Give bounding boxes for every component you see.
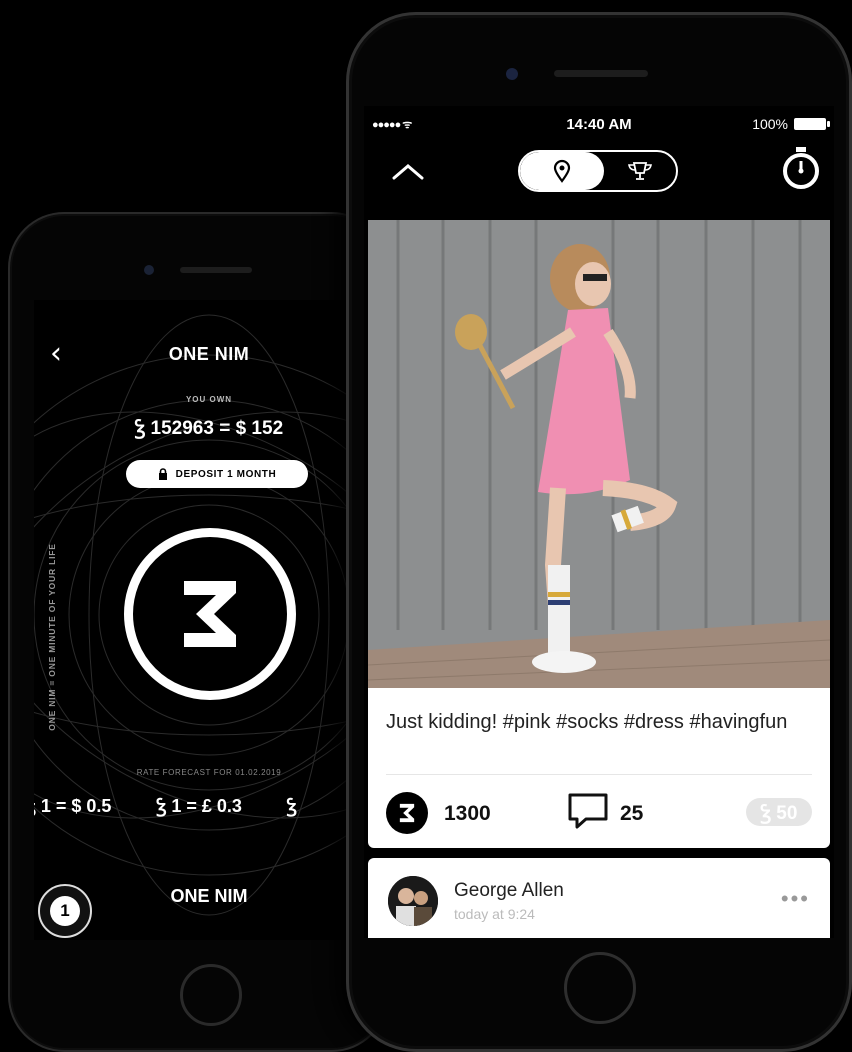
- divider: [386, 774, 812, 775]
- front-camera: [506, 68, 518, 80]
- you-own-label: YOU OWN: [185, 395, 233, 404]
- screen-title: ONE NIM: [168, 344, 250, 364]
- balance-value: Ꝣ 152963 = $ 152: [134, 418, 284, 439]
- comment-icon[interactable]: [566, 791, 610, 831]
- rates-carousel[interactable]: Ꝣ 1 = $ 0.5 Ꝣ 1 = £ 0.3 Ꝣ: [34, 794, 297, 818]
- chevron-up-icon[interactable]: [390, 158, 426, 184]
- nim-coin-icon[interactable]: [386, 792, 428, 834]
- trophy-icon: [628, 162, 652, 180]
- bottom-title: ONE NIM: [170, 886, 248, 906]
- home-button[interactable]: [564, 952, 636, 1024]
- deposit-button[interactable]: DEPOSIT 1 MONTH: [126, 460, 308, 488]
- front-camera: [144, 265, 154, 275]
- earpiece: [554, 70, 648, 77]
- post-photo[interactable]: [368, 220, 830, 688]
- post-card: Just kidding! #pink #socks #dress #havin…: [368, 688, 830, 848]
- tagline-vertical: ONE NIM = ONE MINUTE OF YOUR LIFE: [47, 543, 57, 731]
- feed-mode-toggle[interactable]: [518, 150, 678, 192]
- earpiece: [180, 267, 252, 273]
- location-pin-icon: [553, 159, 571, 183]
- tab-location[interactable]: [520, 152, 604, 190]
- battery-indicator: 100%: [752, 116, 830, 132]
- comment-timestamp: today at 9:24: [454, 906, 535, 922]
- rate-usd: Ꝣ 1 = $ 0.5: [34, 796, 112, 816]
- more-icon[interactable]: •••: [781, 886, 810, 912]
- tab-trophy[interactable]: [604, 152, 676, 190]
- front-phone: ●●●●● ᯤ 14:40 AM 100% Just kidding! #pin…: [346, 12, 852, 1052]
- forecast-label: RATE FORECAST FOR 01.02.2019: [136, 768, 282, 777]
- rate-next: Ꝣ: [286, 796, 297, 816]
- battery-icon: [794, 118, 830, 130]
- back-phone: ‹ ONE NIM YOU OWN Ꝣ 152963 = $ 152 DEPOS…: [8, 212, 388, 1052]
- lock-icon: [158, 468, 167, 480]
- deposit-label: DEPOSIT 1 MONTH: [175, 468, 277, 480]
- commenter-name[interactable]: George Allen: [454, 880, 564, 902]
- comments-count: 25: [620, 802, 644, 825]
- nim-coin-icon: [124, 528, 296, 700]
- avatar[interactable]: [388, 876, 438, 926]
- stopwatch-icon[interactable]: [782, 146, 820, 190]
- battery-percent: 100%: [752, 116, 788, 132]
- feed-screen: ●●●●● ᯤ 14:40 AM 100% Just kidding! #pin…: [364, 106, 834, 938]
- rate-gbp: Ꝣ 1 = £ 0.3: [156, 796, 242, 816]
- home-button[interactable]: [180, 964, 242, 1026]
- status-bar: ●●●●● ᯤ 14:40 AM 100%: [364, 106, 834, 136]
- likes-count: 1300: [444, 802, 491, 825]
- post-caption: Just kidding! #pink #socks #dress #havin…: [386, 711, 788, 733]
- comment-card: George Allen today at 9:24 •••: [368, 858, 830, 938]
- nim-wallet-screen: ‹ ONE NIM YOU OWN Ꝣ 152963 = $ 152 DEPOS…: [34, 300, 364, 940]
- price-badge[interactable]: Ꝣ 50: [746, 798, 812, 826]
